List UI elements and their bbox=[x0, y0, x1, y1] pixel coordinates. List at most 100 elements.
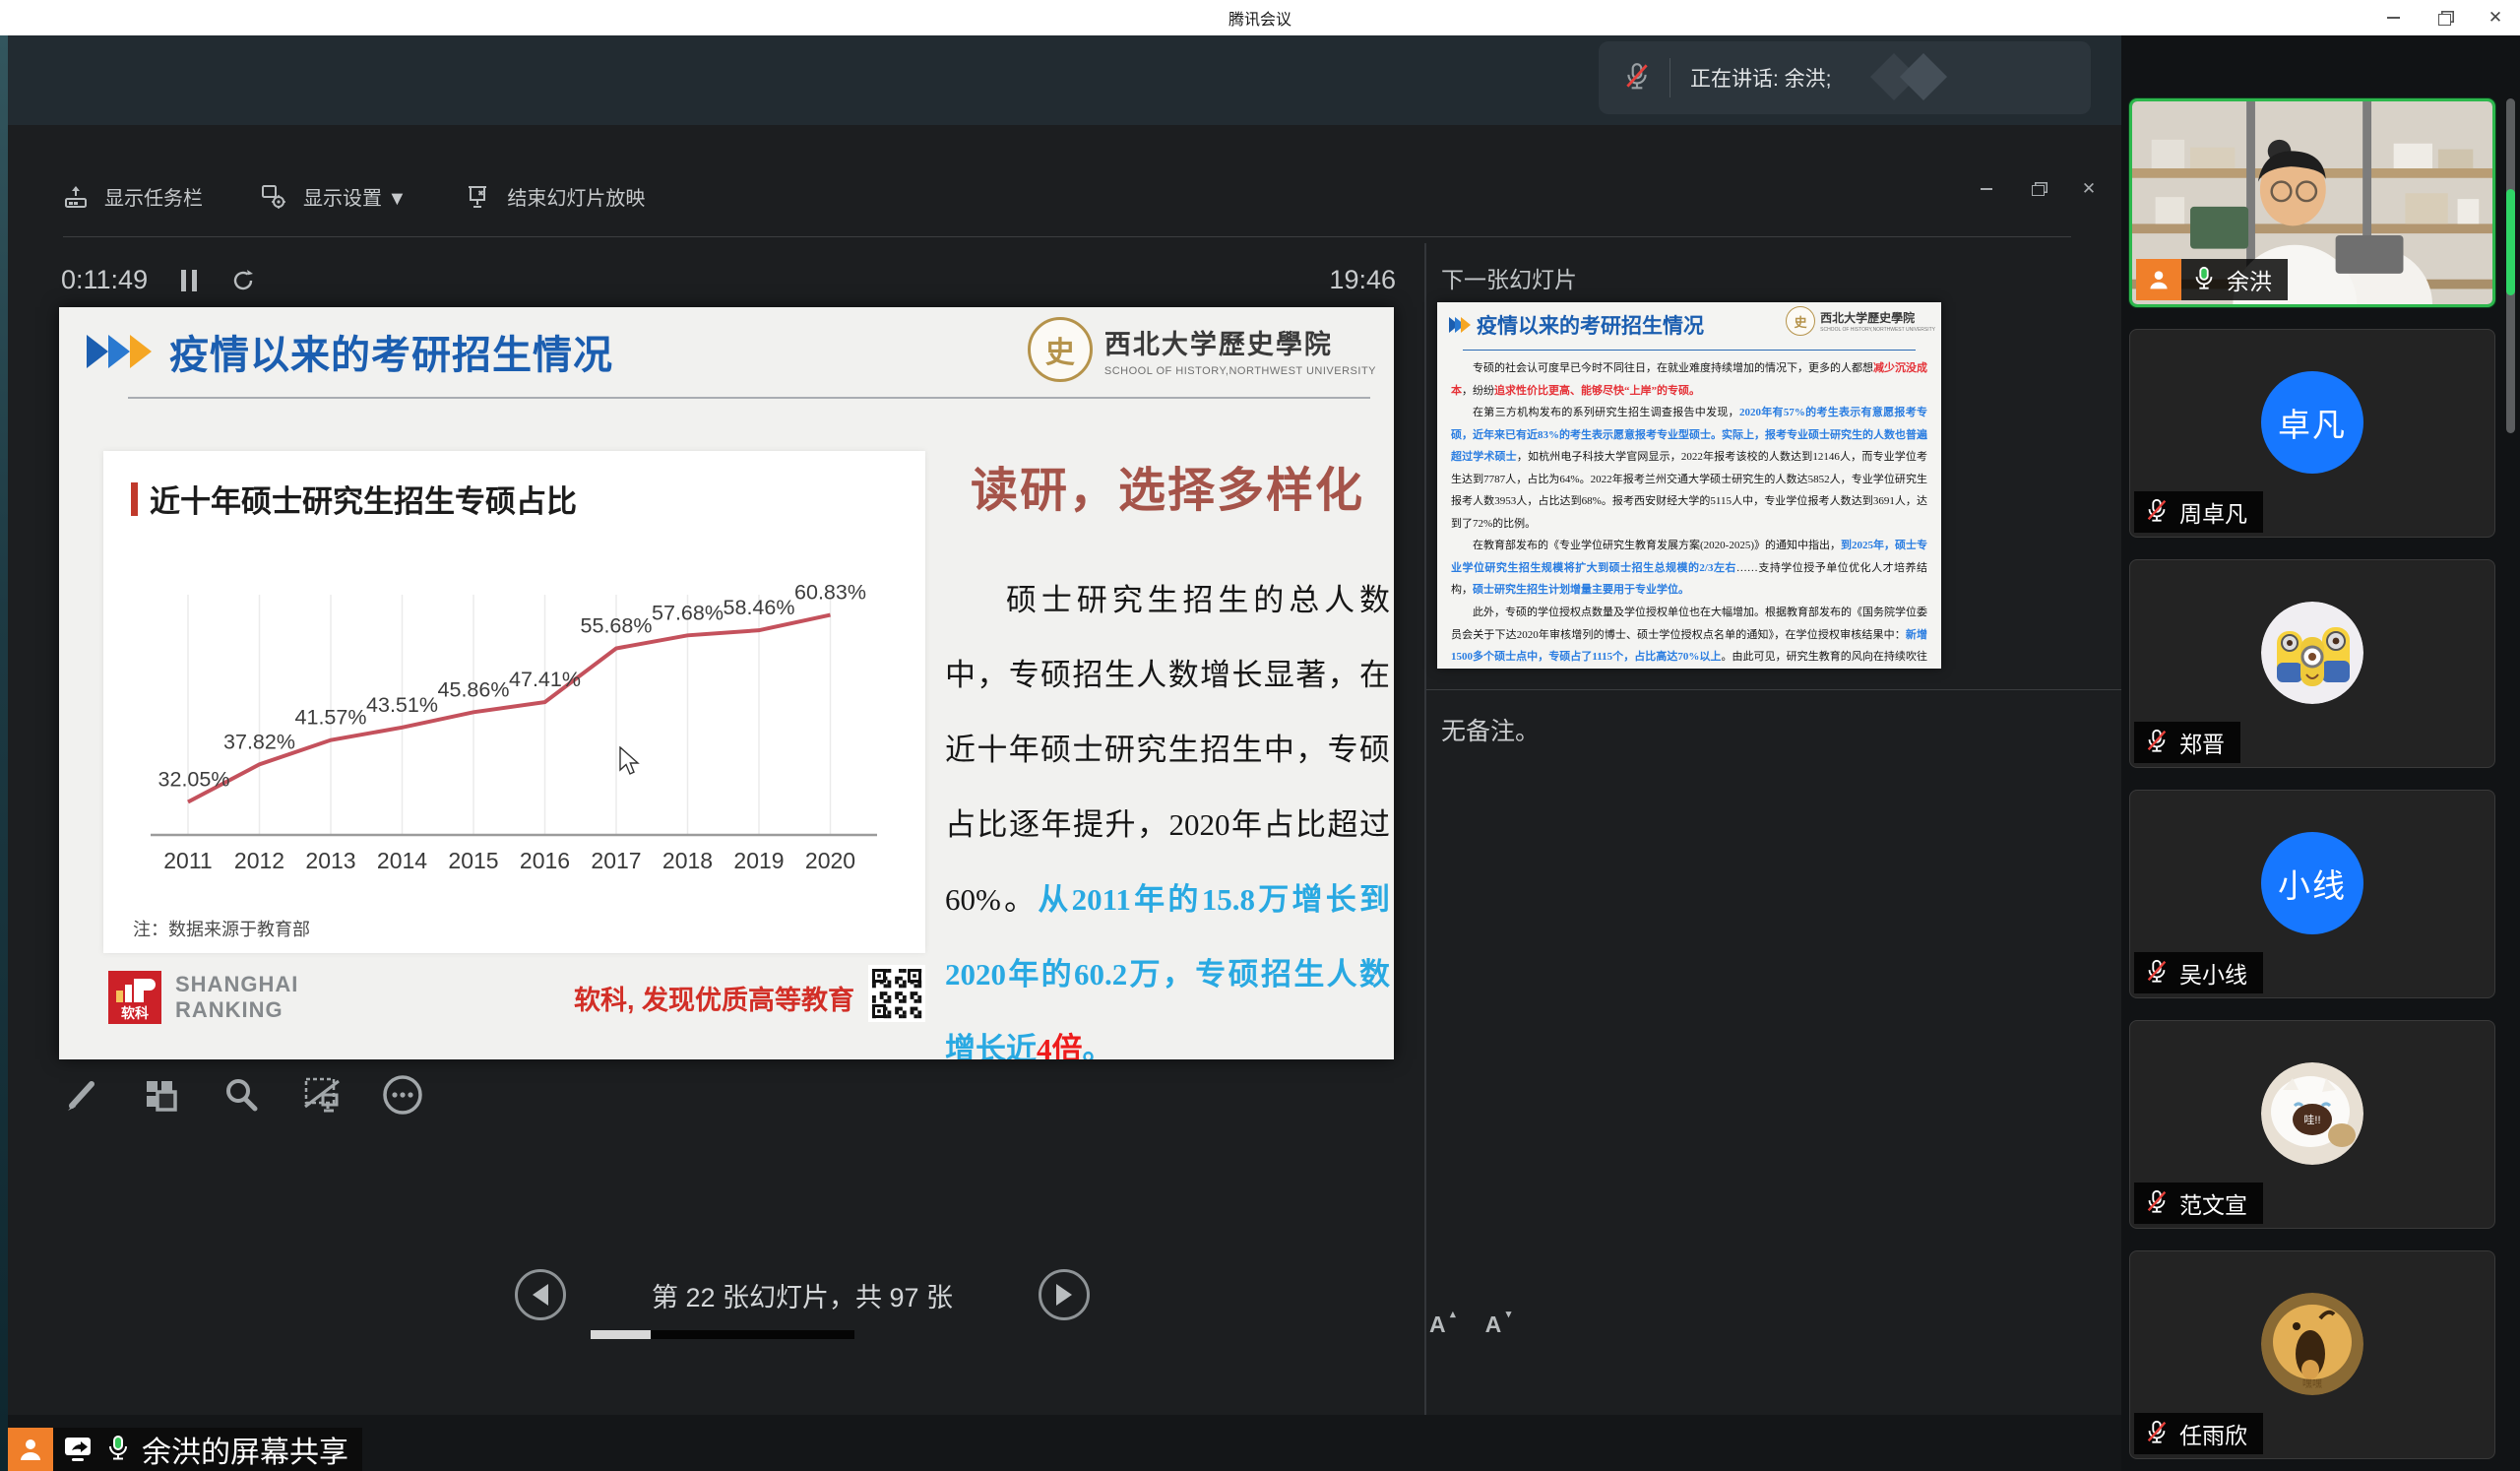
participants-sidebar: 余洪卓凡周卓凡 郑晋小线吴小线 哇!! 范文宣 嘿嘿 任雨欣 bbox=[2121, 35, 2520, 1471]
presenter-restore-button[interactable] bbox=[2025, 176, 2050, 202]
chevron-icon bbox=[130, 335, 152, 368]
brand-line1: SHANGHAI bbox=[175, 972, 298, 997]
university-name-cn: 西北大学歷史學院 bbox=[1820, 309, 1935, 326]
preview-university-logo: 史 西北大学歷史學院 SCHOOL OF HISTORY,NORTHWEST U… bbox=[1786, 306, 1935, 336]
svg-text:32.05%: 32.05% bbox=[158, 767, 230, 791]
university-name-en: SCHOOL OF HISTORY,NORTHWEST UNIVERSITY bbox=[1104, 365, 1376, 377]
show-taskbar-label: 显示任务栏 bbox=[104, 182, 203, 211]
svg-text:58.46%: 58.46% bbox=[724, 596, 795, 619]
participant-tile[interactable]: 卓凡周卓凡 bbox=[2129, 329, 2495, 538]
svg-text:2020: 2020 bbox=[805, 848, 855, 873]
chevron-icon bbox=[87, 335, 108, 368]
svg-text:60.83%: 60.83% bbox=[794, 581, 866, 605]
black-screen-button[interactable] bbox=[299, 1072, 345, 1118]
more-options-button[interactable] bbox=[380, 1072, 425, 1118]
chevron-icon bbox=[1461, 317, 1471, 333]
next-slide-label: 下一张幻灯片 bbox=[1441, 261, 1577, 294]
display-settings-button[interactable]: 显示设置 ▼ bbox=[260, 182, 407, 211]
svg-text:软科: 软科 bbox=[121, 1005, 149, 1021]
svg-text:43.51%: 43.51% bbox=[366, 693, 438, 717]
participant-avatar-photo: 哇!! bbox=[2261, 1062, 2363, 1165]
screen-share-icon bbox=[63, 1436, 94, 1463]
slide-header: 疫情以来的考研招生情况 bbox=[87, 323, 613, 380]
zoom-tool-button[interactable] bbox=[219, 1072, 264, 1118]
participant-avatar-initials: 卓凡 bbox=[2261, 371, 2363, 474]
toolbar-divider bbox=[63, 236, 2071, 237]
font-decrease-button[interactable]: A▾ bbox=[1485, 1311, 1512, 1338]
window-titlebar: 腾讯会议 bbox=[0, 0, 2520, 35]
preview-paragraph: 专硕的社会认可度早已今时不同往日，在就业难度持续增加的情况下，更多的人都想减少沉… bbox=[1451, 357, 1927, 402]
slide-navigation: 第 22 张幻灯片，共 97 张 bbox=[515, 1269, 1090, 1320]
participant-name: 周卓凡 bbox=[2179, 495, 2247, 529]
presentation-timer: 0:11:49 bbox=[61, 265, 256, 295]
sharer-badge-icon bbox=[8, 1428, 53, 1471]
brand-line2: RANKING bbox=[175, 997, 298, 1023]
muted-mic-icon bbox=[2144, 958, 2170, 989]
window-title: 腾讯会议 bbox=[1228, 6, 1292, 30]
next-slide-preview: 疫情以来的考研招生情况 史 西北大学歷史學院 SCHOOL OF HISTORY… bbox=[1437, 302, 1941, 669]
presenter-close-button[interactable]: ✕ bbox=[2076, 176, 2102, 202]
participant-tile[interactable]: 哇!! 范文宣 bbox=[2129, 1020, 2495, 1229]
participant-tile[interactable]: 嘿嘿 任雨欣 bbox=[2129, 1250, 2495, 1459]
presenter-minimize-button[interactable] bbox=[1974, 176, 1999, 202]
end-slideshow-label: 结束幻灯片放映 bbox=[507, 182, 645, 211]
participant-label: 吴小线 bbox=[2134, 952, 2263, 993]
preview-header: 疫情以来的考研招生情况 bbox=[1449, 310, 1704, 340]
svg-text:2018: 2018 bbox=[662, 848, 713, 873]
svg-text:2012: 2012 bbox=[234, 848, 284, 873]
share-banner-text: 余洪的屏幕共享 bbox=[142, 1428, 348, 1471]
svg-text:2011: 2011 bbox=[163, 848, 212, 873]
svg-text:嘿嘿: 嘿嘿 bbox=[2302, 1378, 2322, 1390]
font-increase-button[interactable]: A▴ bbox=[1429, 1311, 1456, 1338]
svg-text:45.86%: 45.86% bbox=[438, 677, 510, 701]
notes-font-controls: A▴ A▾ bbox=[1429, 1311, 1511, 1338]
presenter-toolbar: 显示任务栏 显示设置 ▼ 结束幻灯片放映 bbox=[63, 182, 645, 211]
end-slideshow-icon bbox=[464, 183, 491, 211]
line-chart: 32.05%37.82%41.57%43.51%45.86%47.41%55.6… bbox=[111, 534, 918, 888]
participant-name: 范文宣 bbox=[2179, 1186, 2247, 1220]
preview-body-text: 专硕的社会认可度早已今时不同往日，在就业难度持续增加的情况下，更多的人都想减少沉… bbox=[1451, 357, 1927, 669]
chevron-icon bbox=[108, 335, 130, 368]
chart-title: 近十年硕士研究生招生专硕占比 bbox=[150, 477, 577, 521]
participant-name: 任雨欣 bbox=[2179, 1417, 2247, 1450]
restore-button[interactable] bbox=[2433, 7, 2455, 29]
host-badge-icon bbox=[2136, 259, 2181, 300]
brand-slogan: 软科, 发现优质高等教育 bbox=[574, 979, 854, 1017]
end-slideshow-button[interactable]: 结束幻灯片放映 bbox=[464, 182, 645, 211]
slide-subheadline: 读研，选择多样化 bbox=[945, 451, 1390, 520]
participant-tile[interactable]: 郑晋 bbox=[2129, 559, 2495, 768]
next-slide-button[interactable] bbox=[1039, 1269, 1090, 1320]
display-settings-label: 显示设置 ▼ bbox=[303, 182, 407, 211]
previous-slide-button[interactable] bbox=[515, 1269, 566, 1320]
participant-avatar-photo bbox=[2261, 602, 2363, 704]
timer-value: 0:11:49 bbox=[61, 265, 148, 295]
slide-sorter-button[interactable] bbox=[138, 1072, 183, 1118]
participant-avatar-initials: 小线 bbox=[2261, 832, 2363, 934]
participant-tile[interactable]: 余洪 bbox=[2129, 98, 2495, 307]
pen-tool-button[interactable] bbox=[57, 1072, 102, 1118]
wall-clock: 19:46 bbox=[1297, 265, 1396, 295]
muted-mic-icon bbox=[2144, 1419, 2170, 1449]
header-rule bbox=[128, 397, 1370, 399]
restart-timer-button[interactable] bbox=[230, 268, 256, 293]
participant-label: 任雨欣 bbox=[2134, 1413, 2263, 1454]
scrollbar-thumb[interactable] bbox=[2506, 189, 2515, 295]
svg-text:57.68%: 57.68% bbox=[652, 601, 724, 624]
muted-mic-icon bbox=[1622, 61, 1652, 96]
svg-text:哇!!: 哇!! bbox=[2303, 1114, 2320, 1126]
sidebar-scrollbar[interactable] bbox=[2506, 98, 2515, 433]
close-button[interactable]: ✕ bbox=[2485, 7, 2506, 29]
notes-divider bbox=[1426, 689, 2129, 690]
pause-timer-button[interactable] bbox=[181, 270, 197, 291]
progress-fill bbox=[591, 1330, 651, 1339]
muted-mic-icon bbox=[2144, 497, 2170, 528]
minimize-button[interactable] bbox=[2382, 7, 2404, 29]
slide-title: 疫情以来的考研招生情况 bbox=[169, 323, 613, 380]
preview-paragraph: 在教育部发布的《专业学位研究生教育发展方案(2020-2025)》的通知中指出，… bbox=[1451, 535, 1927, 602]
svg-text:2016: 2016 bbox=[520, 848, 570, 873]
university-name-cn: 西北大学歷史學院 bbox=[1104, 323, 1376, 361]
show-taskbar-button[interactable]: 显示任务栏 bbox=[63, 182, 203, 211]
participant-tile[interactable]: 小线吴小线 bbox=[2129, 790, 2495, 998]
svg-text:2014: 2014 bbox=[377, 848, 427, 873]
university-seal-icon: 史 bbox=[1028, 317, 1093, 382]
